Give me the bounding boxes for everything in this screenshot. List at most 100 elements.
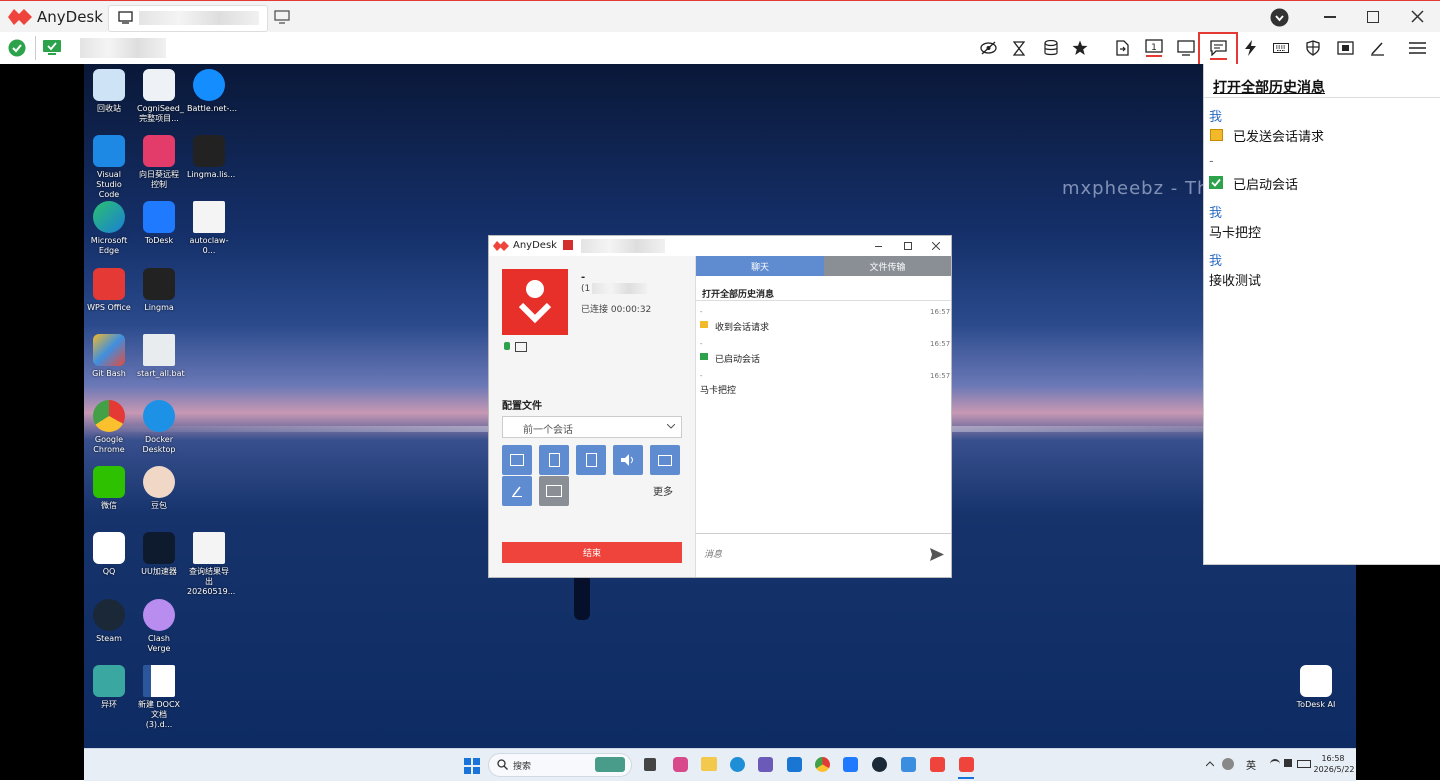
maximize-button[interactable]: [1367, 11, 1379, 23]
pen-icon[interactable]: [1365, 36, 1389, 60]
separator: [35, 36, 36, 60]
session-tab[interactable]: [108, 5, 268, 32]
download-icon[interactable]: [1270, 8, 1289, 27]
inner-history-link[interactable]: 打开全部历史消息: [702, 287, 774, 300]
desktop-icon-battlenet[interactable]: Battle.net-...: [187, 69, 237, 114]
inner-file-transfer-button[interactable]: [539, 445, 569, 475]
desktop-icon-qq[interactable]: QQ: [87, 532, 131, 577]
tab-file-transfer[interactable]: 文件传输: [824, 256, 951, 276]
end-session-button[interactable]: 结束: [502, 542, 682, 563]
star-icon[interactable]: [1068, 36, 1092, 60]
desktop-icon-vscode[interactable]: Visual Studio Code: [87, 135, 131, 200]
desktop-icon-sunlogin[interactable]: 向日葵远程控制: [137, 135, 181, 190]
todesk-icon: [143, 201, 175, 233]
message-time: 16:57: [930, 372, 951, 380]
desktop-icon-yihuan[interactable]: 异环: [87, 665, 131, 710]
inner-settings-button[interactable]: [502, 445, 532, 475]
desktop-icon-start-all-bat[interactable]: start_all.bat: [137, 334, 185, 379]
desktop-icon-edge[interactable]: Microsoft Edge: [87, 201, 131, 256]
taskbar-app-icon[interactable]: [901, 757, 916, 772]
file-transfer-icon[interactable]: [1110, 36, 1134, 60]
volume-icon[interactable]: [1284, 759, 1292, 767]
wifi-icon[interactable]: [1270, 759, 1280, 769]
file-explorer-icon[interactable]: [701, 757, 717, 771]
desktop-icon-gitbash[interactable]: Git Bash: [87, 334, 131, 379]
screenshot-icon[interactable]: [1333, 36, 1357, 60]
new-session-icon[interactable]: [274, 10, 291, 24]
search-icon: [497, 759, 508, 770]
desktop-icon-query-export[interactable]: 查询结果导出 20260519...: [187, 532, 235, 597]
shield-icon[interactable]: [1301, 36, 1325, 60]
copilot-icon[interactable]: [673, 757, 688, 772]
minimize-button[interactable]: [1324, 16, 1336, 18]
taskbar-search[interactable]: 搜索: [488, 753, 632, 777]
taskbar-todesk-icon[interactable]: [843, 757, 858, 772]
hourglass-icon[interactable]: [1007, 36, 1031, 60]
keyboard-icon[interactable]: [1269, 36, 1293, 60]
desktop-icon-todesk-ai[interactable]: ToDesk AI: [1294, 665, 1338, 710]
mail-icon[interactable]: [787, 757, 802, 772]
windows-start-icon[interactable]: [464, 758, 480, 774]
input-language[interactable]: 英: [1246, 757, 1256, 772]
inner-close-button[interactable]: [932, 242, 940, 250]
inner-minimize-button[interactable]: [875, 246, 882, 247]
desktop-icon-cogniseed[interactable]: CogniSeed_ 完整项目...: [137, 69, 184, 124]
taskbar-steam-icon[interactable]: [872, 757, 887, 772]
desktop-icon-docker[interactable]: Docker Desktop: [137, 400, 181, 455]
desktop-icon-wps[interactable]: WPS Office: [87, 268, 131, 313]
desktop-icon-clash[interactable]: Clash Verge: [137, 599, 181, 654]
close-button[interactable]: [1411, 10, 1424, 23]
desktop-icon-doubao[interactable]: 豆包: [137, 466, 181, 511]
taskbar-chrome-icon[interactable]: [815, 757, 830, 772]
inner-display-button[interactable]: [650, 445, 680, 475]
taskbar-anydesk-icon[interactable]: [930, 757, 945, 772]
profile-dropdown[interactable]: 前一个会话: [502, 416, 682, 438]
taskbar-edge-icon[interactable]: [730, 757, 745, 772]
desktop-icon-autoclaw[interactable]: autoclaw-0...: [187, 201, 231, 256]
more-button[interactable]: 更多: [653, 483, 673, 498]
eye-off-icon[interactable]: [976, 36, 1000, 60]
lingma-icon: [143, 268, 175, 300]
database-icon[interactable]: [1039, 36, 1063, 60]
remote-anydesk-window: AnyDesk - (1 已连接 00:00:32 配置文件 前一个会话 更多 …: [488, 235, 952, 578]
tray-chevron-up-icon[interactable]: [1206, 761, 1214, 767]
inner-privacy-button[interactable]: [539, 476, 569, 506]
send-icon[interactable]: [930, 548, 944, 561]
battery-icon[interactable]: [1297, 760, 1311, 768]
inner-audio-button[interactable]: [613, 445, 643, 475]
chat-message-text: 接收测试: [1209, 274, 1262, 289]
history-link[interactable]: 打开全部历史消息: [1213, 77, 1325, 97]
vscode-icon: [93, 135, 125, 167]
desktop-icon-wechat[interactable]: 微信: [87, 466, 131, 511]
chat-toggle-button[interactable]: [1198, 32, 1238, 66]
task-view-icon[interactable]: [644, 758, 656, 771]
lightning-icon[interactable]: [1238, 36, 1262, 60]
desktop-icon-lingma[interactable]: Lingma: [137, 268, 181, 313]
desktop-icon-uu[interactable]: UU加速器: [137, 532, 181, 577]
message-input[interactable]: [702, 546, 921, 564]
display-icon[interactable]: [1174, 36, 1198, 60]
desktop-icon-recycle-bin[interactable]: 回收站: [87, 69, 131, 114]
taskbar-date[interactable]: 2026/5/22: [1310, 765, 1358, 774]
desktop-icon-todesk[interactable]: ToDesk: [137, 201, 181, 246]
inner-clipboard-button[interactable]: [576, 445, 606, 475]
menu-icon[interactable]: [1405, 36, 1429, 60]
tray-app-icon[interactable]: [1222, 758, 1234, 770]
desktop-icon-chrome[interactable]: Google Chrome: [87, 400, 131, 455]
desktop-icon-docx[interactable]: 新建 DOCX 文档 (3).d...: [137, 665, 181, 730]
taskbar-anydesk-active-icon[interactable]: [959, 757, 974, 772]
divider: [1204, 97, 1440, 98]
tab-chat[interactable]: 聊天: [696, 256, 824, 276]
word-doc-icon: [143, 665, 175, 697]
taskbar-time[interactable]: 16:58: [1316, 754, 1350, 763]
profile-label: 配置文件: [502, 401, 542, 412]
address-redacted: [80, 38, 166, 58]
desktop-icon-steam[interactable]: Steam: [87, 599, 131, 644]
desktop-icon-lingma-lis[interactable]: Lingma.lis...: [187, 135, 235, 180]
wps-icon: [93, 268, 125, 300]
session-request-icon: [1210, 129, 1223, 141]
inner-pen-button[interactable]: [502, 476, 532, 506]
inner-maximize-button[interactable]: [904, 242, 912, 250]
store-icon[interactable]: [758, 757, 773, 772]
monitor-1-icon[interactable]: 1: [1142, 36, 1166, 60]
